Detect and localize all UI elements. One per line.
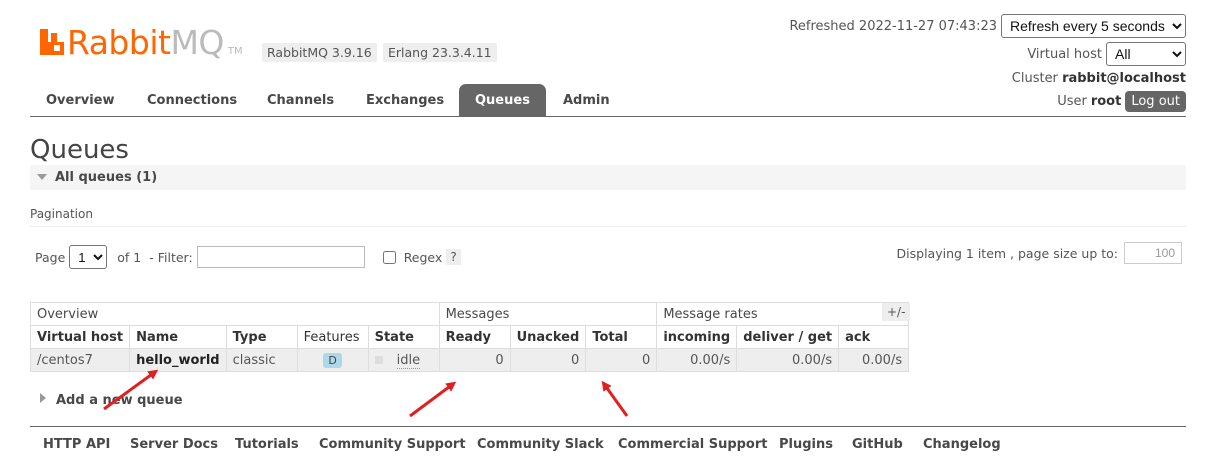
refresh-interval-select[interactable]: Refresh every 5 seconds xyxy=(1001,14,1186,38)
col-unacked[interactable]: Unacked xyxy=(509,325,587,349)
col-type[interactable]: Type xyxy=(225,325,298,349)
expand-triangle-icon xyxy=(40,393,46,403)
displaying-label: Displaying 1 item , page size up to: xyxy=(896,245,1118,261)
footer-link-github[interactable]: GitHub xyxy=(852,437,903,452)
cell-type: classic xyxy=(225,348,298,372)
group-messages: Messages xyxy=(438,302,658,326)
virtual-host-select[interactable]: All xyxy=(1106,42,1186,66)
cell-incoming: 0.00/s xyxy=(656,348,738,372)
add-queue-section-toggle[interactable]: Add a new queue xyxy=(40,393,183,408)
footer-link-http-api[interactable]: HTTP API xyxy=(43,437,110,452)
page-size-controls: Displaying 1 item , page size up to: 100 xyxy=(897,242,1182,264)
footer-link-commercial-support[interactable]: Commercial Support xyxy=(618,437,768,452)
arrow-to-ready-icon xyxy=(409,381,457,418)
cell-deliver-get: 0.00/s xyxy=(736,348,840,372)
cell-unacked: 0 xyxy=(509,348,587,372)
col-ack[interactable]: ack xyxy=(838,325,910,349)
col-features: Features xyxy=(296,325,369,349)
group-overview: Overview xyxy=(30,302,440,326)
cell-features: D xyxy=(296,348,369,372)
rabbitmq-version-badge: RabbitMQ 3.9.16 xyxy=(262,43,377,62)
pagination-controls: Page 1 of 1 - Filter: Regex ? xyxy=(35,245,461,269)
cell-state: idle xyxy=(367,348,440,372)
state-indicator-icon xyxy=(374,356,383,364)
cell-vhost: /centos7 xyxy=(29,348,131,372)
filter-input[interactable] xyxy=(196,246,365,268)
table-row[interactable]: /centos7 hello_world classic D idle 0 0 … xyxy=(29,348,910,372)
queues-table: Overview Messages Message rates Virtual … xyxy=(29,302,910,372)
column-toggle-button[interactable]: +/- xyxy=(882,303,911,321)
page-title: Queues xyxy=(30,135,129,165)
footer-link-tutorials[interactable]: Tutorials xyxy=(235,437,299,452)
durable-feature-badge: D xyxy=(323,352,342,368)
col-state[interactable]: State xyxy=(367,325,440,349)
tab-connections[interactable]: Connections xyxy=(131,84,253,116)
logo-text: RabbitMQ xyxy=(67,23,224,62)
add-queue-label: Add a new queue xyxy=(56,393,183,408)
group-message-rates: Message rates xyxy=(656,302,910,326)
filter-label: - Filter: xyxy=(149,249,193,265)
cell-ack: 0.00/s xyxy=(838,348,910,372)
footer-link-community-slack[interactable]: Community Slack xyxy=(477,437,604,452)
tab-overview[interactable]: Overview xyxy=(30,84,131,116)
footer-link-changelog[interactable]: Changelog xyxy=(923,437,1001,452)
col-total[interactable]: Total xyxy=(585,325,658,349)
all-queues-section-toggle[interactable]: All queues (1) xyxy=(30,165,1186,190)
col-incoming[interactable]: incoming xyxy=(656,325,738,349)
page-label: Page xyxy=(35,249,66,265)
footer-link-server-docs[interactable]: Server Docs xyxy=(130,437,218,452)
regex-help-button[interactable]: ? xyxy=(446,249,461,265)
regex-checkbox[interactable] xyxy=(382,250,396,264)
regex-label: Regex xyxy=(403,249,443,265)
footer-link-community-support[interactable]: Community Support xyxy=(319,437,466,452)
tab-admin[interactable]: Admin xyxy=(547,84,626,116)
virtual-host-label: Virtual host xyxy=(1027,46,1102,62)
col-name[interactable]: Name xyxy=(129,325,227,349)
footer-link-plugins[interactable]: Plugins xyxy=(779,437,833,452)
col-ready[interactable]: Ready xyxy=(438,325,511,349)
tab-channels[interactable]: Channels xyxy=(251,84,350,116)
pagination-heading[interactable]: Pagination xyxy=(30,207,1186,227)
refreshed-label: Refreshed 2022-11-27 07:43:23 xyxy=(789,18,997,34)
tab-exchanges[interactable]: Exchanges xyxy=(350,84,460,116)
erlang-version-badge: Erlang 23.3.4.11 xyxy=(383,43,497,62)
queue-name-link[interactable]: hello_world xyxy=(129,348,227,372)
arrow-to-total-icon xyxy=(601,380,629,417)
page-size-input[interactable]: 100 xyxy=(1124,242,1182,264)
col-virtual-host[interactable]: Virtual host xyxy=(29,325,131,349)
cell-total: 0 xyxy=(585,348,658,372)
rabbitmq-logo-icon xyxy=(40,29,64,55)
page-of-label: of 1 xyxy=(117,249,142,265)
refresh-row: Refreshed 2022-11-27 07:43:23 Refresh ev… xyxy=(789,14,1186,38)
logo-trademark: TM xyxy=(227,46,243,57)
virtual-host-row: Virtual host All xyxy=(1027,42,1186,66)
state-label: idle xyxy=(396,352,421,369)
page-select[interactable]: 1 xyxy=(69,245,108,269)
collapse-triangle-icon xyxy=(37,174,47,180)
footer-links: HTTP API Server Docs Tutorials Community… xyxy=(30,426,1186,461)
col-deliver-get[interactable]: deliver / get xyxy=(736,325,840,349)
main-nav-tabs: Overview Connections Channels Exchanges … xyxy=(30,84,1186,117)
tab-queues[interactable]: Queues xyxy=(459,84,546,116)
rabbitmq-logo: RabbitMQ TM xyxy=(40,26,243,59)
cell-ready: 0 xyxy=(438,348,511,372)
all-queues-label: All queues (1) xyxy=(55,170,158,185)
